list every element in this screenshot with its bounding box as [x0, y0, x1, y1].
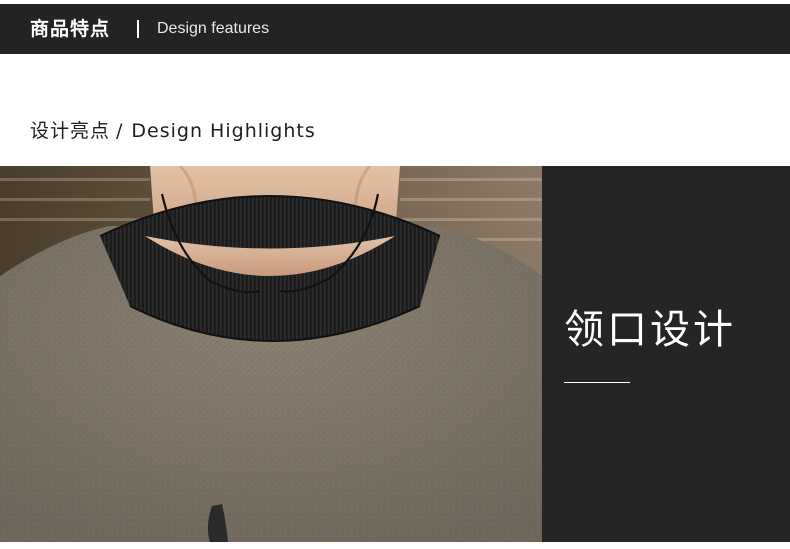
product-photo: [0, 166, 542, 542]
feature-underline: [564, 382, 630, 383]
header-bar: 商品特点 Design features: [0, 4, 790, 54]
bottom-strip: [0, 542, 790, 549]
section-title-cn: 设计亮点: [30, 120, 111, 142]
header-divider: [137, 20, 139, 38]
section-title-en: Design Highlights: [131, 120, 316, 142]
feature-title: 领口设计: [564, 307, 736, 353]
header-title-cn: 商品特点: [30, 18, 111, 40]
section-heading: 设计亮点 / Design Highlights: [30, 118, 316, 144]
section-separator: /: [116, 120, 124, 142]
feature-panel: 领口设计: [542, 166, 790, 542]
header-title-en: Design features: [157, 20, 270, 37]
